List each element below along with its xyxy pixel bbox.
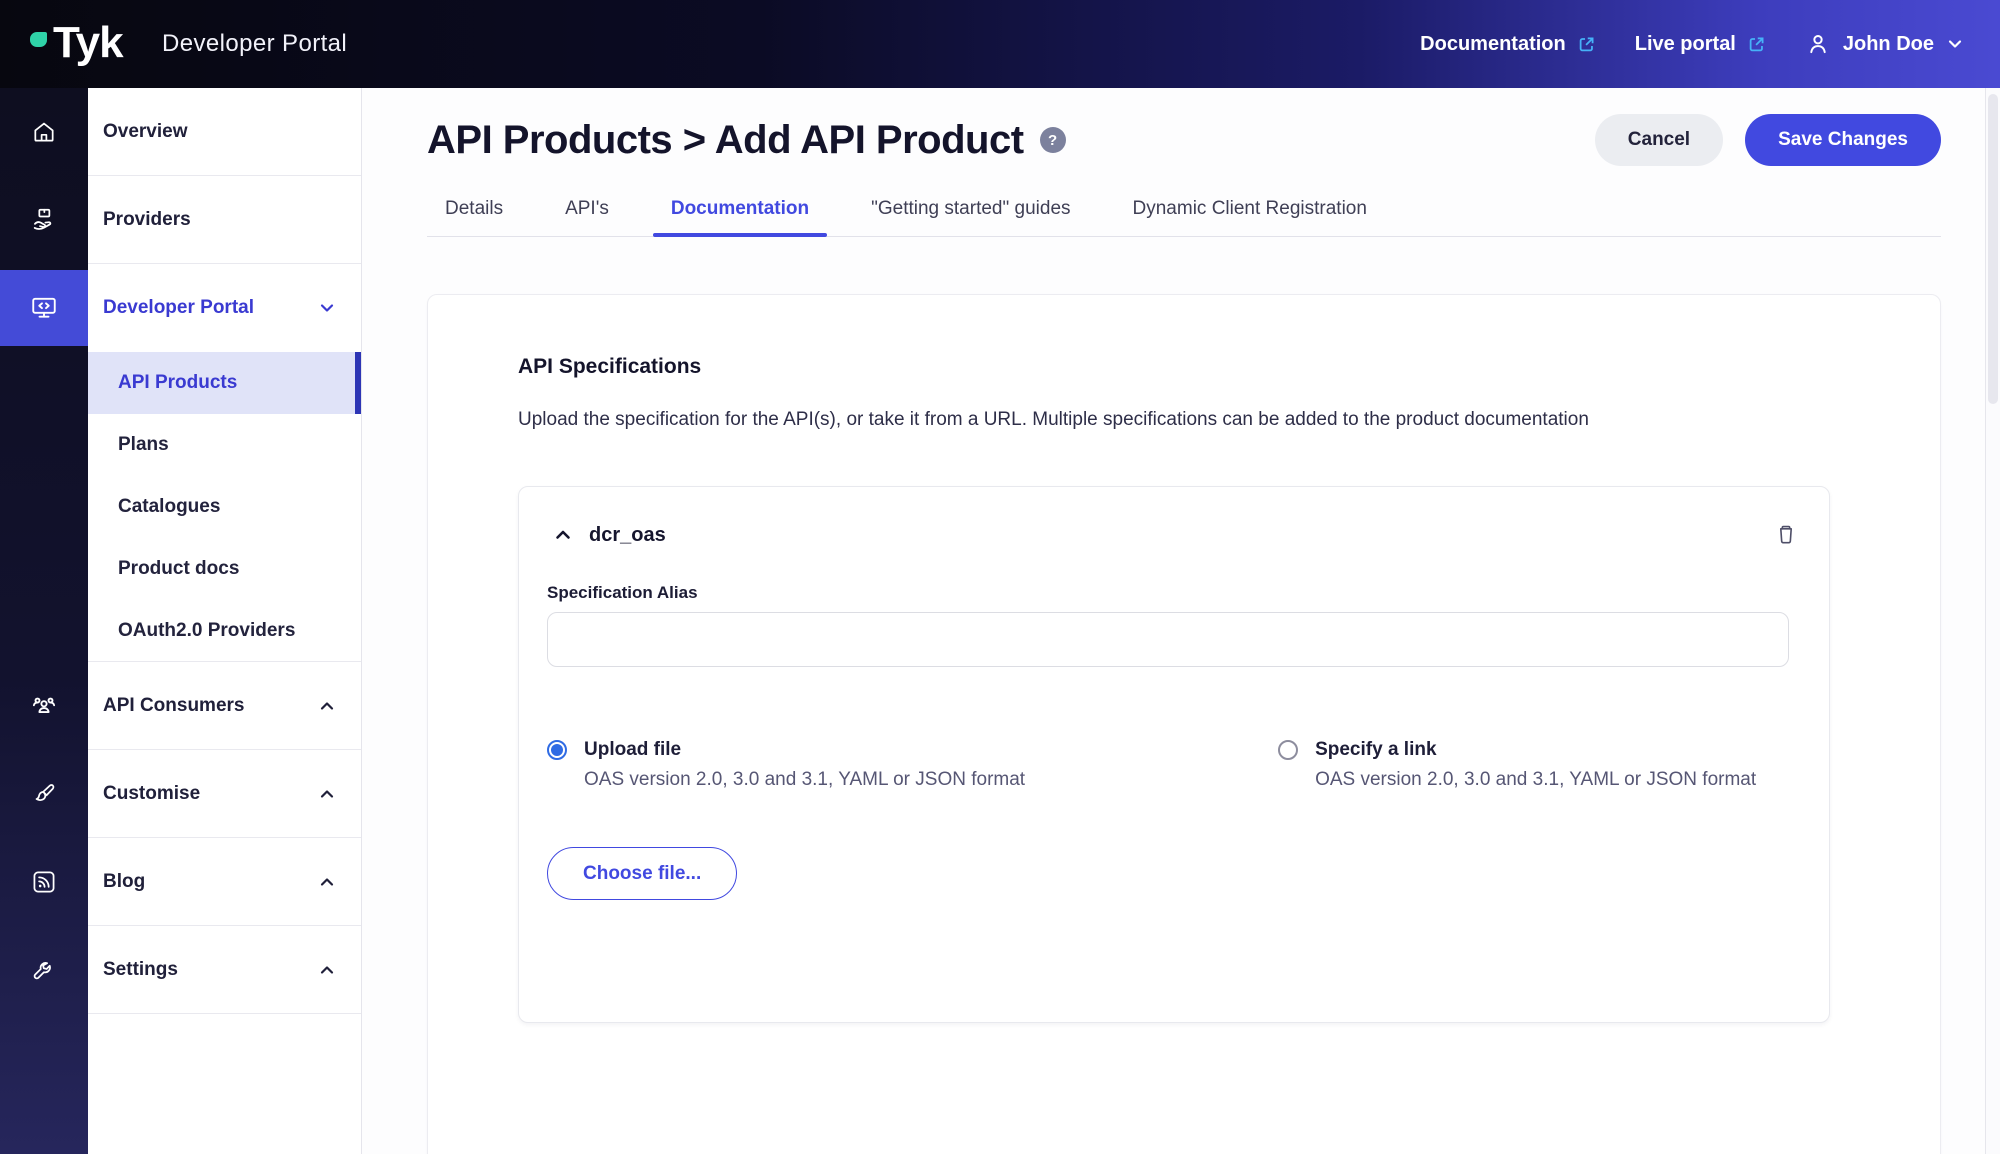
chevron-up-icon <box>317 784 337 804</box>
hand-box-icon <box>30 206 58 234</box>
spec-name: dcr_oas <box>589 523 666 546</box>
sidebar-item-developer-portal[interactable]: Developer Portal <box>88 264 361 352</box>
spec-alias-label: Specification Alias <box>547 583 698 602</box>
sidebar-item-blog[interactable]: Blog <box>88 838 361 926</box>
tab-bar: Details API's Documentation "Getting sta… <box>427 198 1941 237</box>
tab-details[interactable]: Details <box>427 198 521 236</box>
trash-icon[interactable] <box>1771 520 1801 550</box>
rail-item-api-consumers[interactable] <box>0 674 88 738</box>
tyk-logo[interactable]: Tyk Developer Portal <box>30 18 347 70</box>
tab-apis[interactable]: API's <box>547 198 627 236</box>
spec-alias-input[interactable] <box>547 612 1789 667</box>
sidebar-item-settings[interactable]: Settings <box>88 926 361 1014</box>
home-icon <box>31 119 57 145</box>
live-portal-link[interactable]: Live portal <box>1635 33 1767 56</box>
sidebar-item-label: Settings <box>103 958 178 980</box>
top-bar: Tyk Developer Portal Documentation Live … <box>0 0 2000 88</box>
rail-item-developer-portal[interactable] <box>0 270 88 346</box>
tyk-logo-mark: Tyk <box>30 18 148 70</box>
upload-file-label: Upload file <box>584 739 682 760</box>
topbar-right: Documentation Live portal John Doe <box>1420 31 1964 57</box>
app-window: Tyk Developer Portal Documentation Live … <box>0 0 2000 1154</box>
wrench-icon <box>30 956 58 984</box>
sidebar-item-product-docs[interactable]: Product docs <box>88 538 361 600</box>
icon-rail <box>0 88 88 1154</box>
paintbrush-icon <box>30 780 58 808</box>
api-specifications-card: API Specifications Upload the specificat… <box>427 294 1941 1154</box>
logo-subtitle: Developer Portal <box>162 30 348 57</box>
documentation-link-label: Documentation <box>1420 32 1566 55</box>
rail-item-customise[interactable] <box>0 762 88 826</box>
sidebar-item-label: Providers <box>103 208 191 230</box>
sidebar-subitem-label: Plans <box>118 434 169 455</box>
section-title: API Specifications <box>518 355 702 378</box>
sidebar-item-label: Blog <box>103 870 146 892</box>
choose-file-button[interactable]: Choose file... <box>547 847 738 900</box>
sidebar-item-customise[interactable]: Customise <box>88 750 361 838</box>
sidebar-item-plans[interactable]: Plans <box>88 414 361 476</box>
sidebar-item-overview[interactable]: Overview <box>88 88 361 176</box>
specify-link-label: Specify a link <box>1315 739 1437 760</box>
collapse-chevron-up-icon[interactable] <box>547 519 579 551</box>
sidebar-item-providers[interactable]: Providers <box>88 176 361 264</box>
scrollbar-thumb[interactable] <box>1988 94 1998 404</box>
save-changes-button[interactable]: Save Changes <box>1745 114 1941 166</box>
page-title: API Products > Add API Product <box>427 117 1024 162</box>
radio-specify-link[interactable] <box>1278 740 1299 760</box>
external-link-icon <box>1576 34 1597 55</box>
rail-item-blog[interactable] <box>0 850 88 914</box>
sidebar-item-label: Developer Portal <box>103 297 254 318</box>
sidebar-item-api-consumers[interactable]: API Consumers <box>88 662 361 750</box>
sidebar: Overview Providers Developer Portal API … <box>88 88 362 1154</box>
documentation-link[interactable]: Documentation <box>1420 33 1597 56</box>
radio-upload-file[interactable] <box>547 740 567 760</box>
chevron-down-icon <box>317 298 337 318</box>
tab-dynamic-client-registration[interactable]: Dynamic Client Registration <box>1115 198 1385 236</box>
chevron-up-icon <box>317 872 337 892</box>
section-description: Upload the specification for the API(s),… <box>518 409 1589 430</box>
tyk-leaf-icon <box>30 32 47 47</box>
monitor-code-icon <box>29 293 59 323</box>
cancel-button[interactable]: Cancel <box>1594 114 1724 166</box>
specify-link-description: OAS version 2.0, 3.0 and 3.1, YAML or JS… <box>1315 769 1757 790</box>
rail-item-overview[interactable] <box>0 100 88 164</box>
upload-file-option[interactable]: Upload file <box>547 739 1278 761</box>
sidebar-item-label: API Consumers <box>103 694 245 716</box>
help-icon[interactable]: ? <box>1039 127 1066 153</box>
live-portal-link-label: Live portal <box>1634 32 1736 55</box>
user-name: John Doe <box>1842 32 1934 55</box>
sidebar-item-api-products[interactable]: API Products <box>88 352 361 414</box>
chevron-up-icon <box>317 960 337 980</box>
sidebar-subitem-label: Product docs <box>118 558 240 579</box>
tab-documentation[interactable]: Documentation <box>652 198 828 237</box>
external-link-icon <box>1746 34 1767 55</box>
sidebar-subitem-label: Catalogues <box>118 496 221 517</box>
sidebar-subitem-label: OAuth2.0 Providers <box>118 619 296 641</box>
chevron-down-icon <box>1946 35 1964 53</box>
rail-item-settings[interactable] <box>0 938 88 1002</box>
chevron-up-icon <box>317 696 337 716</box>
sidebar-item-label: Overview <box>103 120 188 142</box>
user-menu[interactable]: John Doe <box>1805 31 1964 57</box>
rail-item-providers[interactable] <box>0 188 88 252</box>
main-content: API Products > Add API Product ? Cancel … <box>362 88 2000 1154</box>
tab-getting-started-guides[interactable]: "Getting started" guides <box>853 198 1088 236</box>
logo-text: Tyk <box>53 18 124 67</box>
users-icon <box>29 691 59 721</box>
specify-link-option[interactable]: Specify a link <box>1278 739 1801 761</box>
upload-file-description: OAS version 2.0, 3.0 and 3.1, YAML or JS… <box>584 769 1026 790</box>
sidebar-item-catalogues[interactable]: Catalogues <box>88 476 361 538</box>
sidebar-subitem-label: API Products <box>118 372 238 393</box>
vertical-scrollbar[interactable] <box>1985 88 2000 1154</box>
sidebar-item-label: Customise <box>103 782 201 804</box>
spec-card: dcr_oas Specification Alias Upload file … <box>518 486 1830 1023</box>
user-icon <box>1805 31 1831 57</box>
sidebar-item-oauth-providers[interactable]: OAuth2.0 Providers <box>88 600 361 662</box>
rss-icon <box>30 868 58 896</box>
